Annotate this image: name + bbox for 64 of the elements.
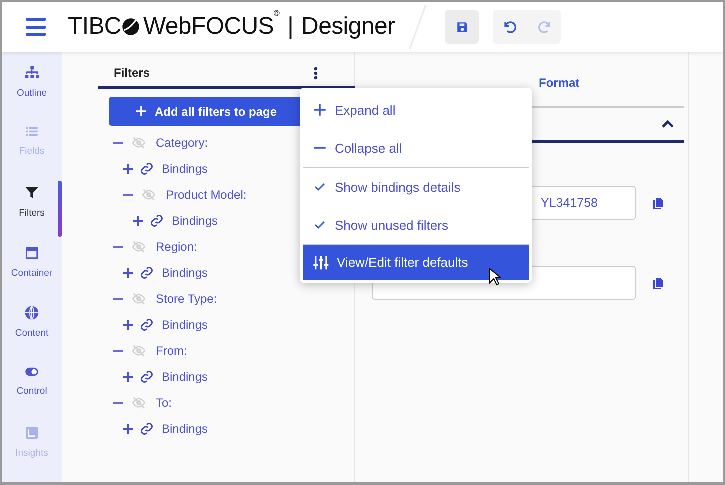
plus-icon[interactable] [123, 424, 133, 434]
globe-icon [24, 305, 40, 321]
link-icon [140, 266, 154, 280]
more-button[interactable] [314, 66, 318, 80]
selected-indicator [58, 181, 62, 237]
tree-item[interactable]: Category: [156, 136, 208, 150]
rail-item[interactable]: Container [2, 241, 62, 301]
check-icon [313, 181, 327, 193]
eye-off-icon [130, 344, 148, 358]
logo-separator: | [288, 13, 294, 41]
tree-item[interactable]: Bindings [162, 318, 208, 332]
tree-item[interactable]: Bindings [162, 266, 208, 280]
logo-text: TIBC [68, 13, 122, 41]
eye-off-icon [130, 292, 148, 306]
tree-item[interactable]: Bindings [162, 162, 208, 176]
copy-icon [652, 276, 664, 290]
panel-title: Filters [114, 66, 150, 80]
tree-item[interactable]: Bindings [172, 214, 218, 228]
check-icon [313, 219, 327, 231]
eye-off-icon [140, 188, 158, 202]
link-icon [150, 214, 164, 228]
chart-icon [24, 425, 40, 441]
link-icon [140, 422, 154, 436]
save-icon [456, 20, 469, 34]
rail-item[interactable]: Content [2, 301, 62, 361]
plus-icon [313, 103, 327, 117]
link-icon [140, 162, 154, 176]
tree-item[interactable]: Region: [156, 240, 198, 254]
link-icon [140, 370, 154, 384]
tree-item[interactable]: Product Model: [166, 188, 247, 202]
undo-button[interactable] [493, 10, 528, 44]
eye-off-icon [130, 136, 148, 150]
plus-icon[interactable] [133, 216, 143, 226]
format-tab[interactable]: Format [539, 76, 684, 90]
list-icon [24, 125, 40, 139]
link-icon [140, 318, 154, 332]
rail-item[interactable]: Outline [2, 61, 62, 121]
tree-item[interactable]: Bindings [162, 370, 208, 384]
eye-off-icon [130, 396, 148, 410]
plus-icon[interactable] [123, 164, 133, 174]
copy-icon [652, 196, 664, 210]
window-icon [24, 245, 40, 261]
plus-icon[interactable] [123, 268, 133, 278]
plus-icon[interactable] [123, 320, 133, 330]
app-title: Designer [302, 13, 396, 41]
menu-button[interactable] [26, 18, 46, 36]
tree-item[interactable]: To: [156, 396, 172, 410]
rail-item[interactable]: Filters [2, 181, 62, 241]
eye-off-icon [130, 240, 148, 254]
sliders-icon [313, 254, 329, 270]
plus-icon[interactable] [123, 372, 133, 382]
tree-item[interactable]: Bindings [162, 422, 208, 436]
toggle-icon [23, 365, 41, 379]
logo-ball-icon [121, 17, 142, 37]
plus-icon [136, 106, 147, 117]
redo-icon [536, 20, 552, 34]
chevron-up-icon[interactable] [662, 120, 674, 128]
hierarchy-icon [23, 65, 41, 81]
funnel-icon [24, 185, 40, 201]
tree-item[interactable]: Store Type: [156, 292, 218, 306]
undo-icon [502, 20, 518, 34]
rail-item[interactable]: Control [2, 361, 62, 421]
save-button[interactable] [445, 10, 480, 44]
tree-item[interactable]: From: [156, 344, 188, 358]
